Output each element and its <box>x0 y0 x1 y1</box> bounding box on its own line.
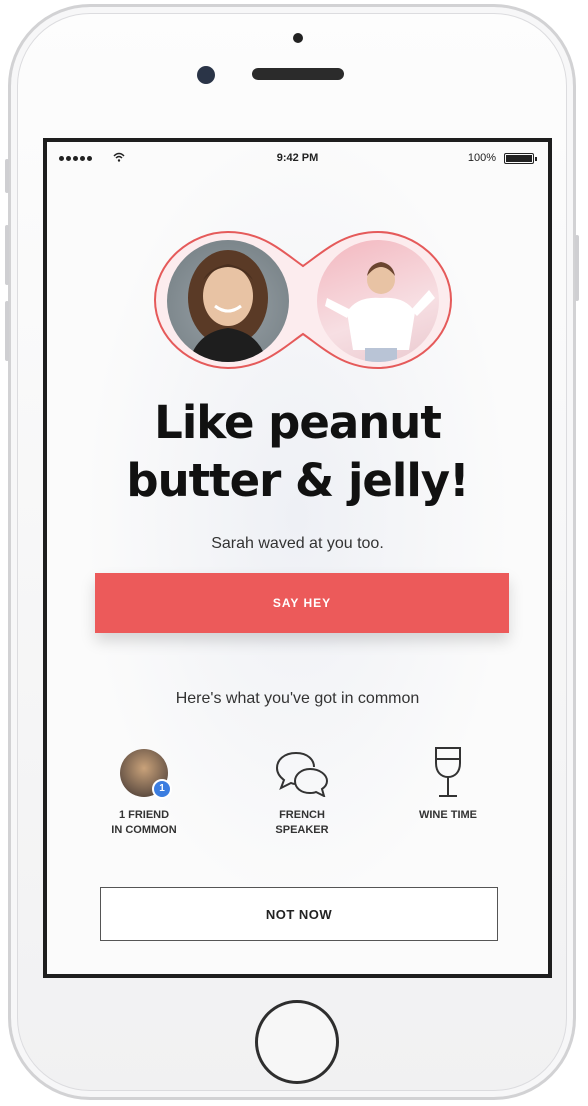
volume-up-button <box>5 225 9 285</box>
status-bar: 9:42 PM 100% <box>47 148 548 172</box>
front-camera <box>197 66 215 84</box>
sensor-dot <box>293 33 303 43</box>
not-now-button[interactable]: NOT NOW <box>100 887 498 941</box>
say-hey-button[interactable]: SAY HEY <box>95 573 509 633</box>
battery-icon <box>504 153 537 164</box>
friend-avatar-icon: 1 <box>120 749 172 799</box>
wine-glass-icon <box>435 747 461 797</box>
speech-bubbles-icon <box>275 752 329 797</box>
common-item-label: FRENCH SPEAKER <box>237 808 367 838</box>
label-line-1: 1 FRIEND <box>118 809 170 821</box>
power-button <box>575 235 579 301</box>
mute-switch <box>5 159 9 193</box>
common-item-label: WINE TIME <box>383 808 513 823</box>
common-item-label: 1 FRIEND IN COMMON <box>79 808 209 838</box>
app-screen: 9:42 PM 100% Like peanut butter & jelly!… <box>43 138 552 978</box>
earpiece-speaker <box>252 68 344 80</box>
label-line-1: FRENCH <box>279 809 325 821</box>
label-line-2: IN COMMON <box>111 824 177 836</box>
match-avatars <box>153 230 453 370</box>
match-avatar <box>317 240 439 362</box>
common-item-wine: WINE TIME <box>383 740 513 823</box>
common-item-language: FRENCH SPEAKER <box>237 740 367 838</box>
my-avatar <box>167 240 289 362</box>
match-headline: Like peanut butter & jelly! <box>47 394 548 510</box>
home-button[interactable] <box>255 1000 339 1084</box>
woman-portrait-icon <box>188 250 268 362</box>
common-title: Here's what you've got in common <box>175 690 420 707</box>
battery-percent: 100% <box>467 152 496 164</box>
common-item-friends: 1 1 FRIEND IN COMMON <box>79 740 209 838</box>
volume-down-button <box>5 301 9 361</box>
label-line-2: SPEAKER <box>275 824 329 836</box>
headline-line-2: butter & jelly! <box>126 454 469 507</box>
label-line-1: WINE TIME <box>418 809 478 821</box>
headline-line-1: Like peanut <box>154 396 442 449</box>
girl-portrait-icon <box>325 262 435 362</box>
match-subtext: Sarah waved at you too. <box>211 535 384 552</box>
friend-count-badge: 1 <box>152 779 172 799</box>
